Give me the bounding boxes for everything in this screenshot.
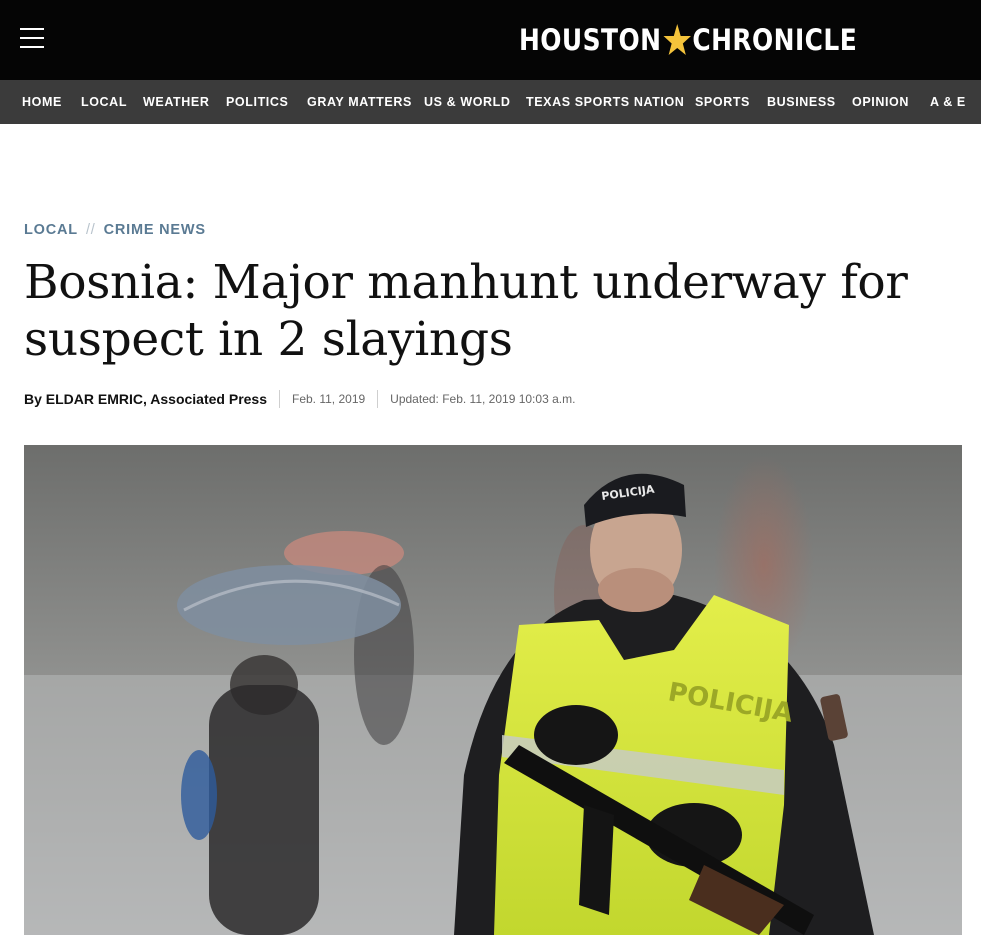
lead-photo-illustration: POLICIJA POLICIJA	[24, 445, 962, 935]
breadcrumb-subsection-link[interactable]: CRIME NEWS	[104, 222, 206, 238]
logo-text-chronicle: CHRONICLE	[692, 23, 858, 57]
site-logo[interactable]: HOUSTON CHRONICLE	[519, 20, 857, 60]
breadcrumb: LOCAL // CRIME NEWS	[24, 222, 206, 238]
nav-item-sports[interactable]: SPORTS	[695, 95, 750, 109]
nav-item-us-world[interactable]: US & WORLD	[424, 95, 511, 109]
publish-date: Feb. 11, 2019	[292, 392, 366, 406]
nav-item-business[interactable]: BUSINESS	[767, 95, 836, 109]
nav-item-home[interactable]: HOME	[22, 95, 62, 109]
nav-item-weather[interactable]: WEATHER	[143, 95, 209, 109]
top-bar: HOUSTON CHRONICLE	[0, 0, 981, 80]
article-headline: Bosnia: Major manhunt underway for suspe…	[24, 255, 908, 367]
byline-divider	[377, 390, 379, 408]
breadcrumb-section-link[interactable]: LOCAL	[24, 222, 78, 238]
nav-item-a-e[interactable]: A & E	[930, 95, 966, 109]
star-icon	[663, 24, 691, 55]
byline-author[interactable]: By ELDAR EMRIC, Associated Press	[24, 391, 267, 407]
nav-item-politics[interactable]: POLITICS	[226, 95, 288, 109]
section-nav: HOME LOCAL WEATHER POLITICS GRAY MATTERS…	[0, 80, 981, 124]
hamburger-menu-icon[interactable]	[20, 28, 44, 48]
byline-divider	[279, 390, 280, 408]
updated-date: Updated: Feb. 11, 2019 10:03 a.m.	[390, 392, 576, 406]
nav-item-texas-sports-nation[interactable]: TEXAS SPORTS NATION	[526, 95, 684, 109]
breadcrumb-separator: //	[85, 222, 96, 238]
lead-photo[interactable]: POLICIJA POLICIJA	[24, 445, 962, 935]
logo-text-houston: HOUSTON	[519, 23, 662, 57]
byline: By ELDAR EMRIC, Associated Press Feb. 11…	[24, 388, 575, 410]
nav-item-gray-matters[interactable]: GRAY MATTERS	[307, 95, 412, 109]
nav-item-opinion[interactable]: OPINION	[852, 95, 909, 109]
nav-item-local[interactable]: LOCAL	[81, 95, 127, 109]
